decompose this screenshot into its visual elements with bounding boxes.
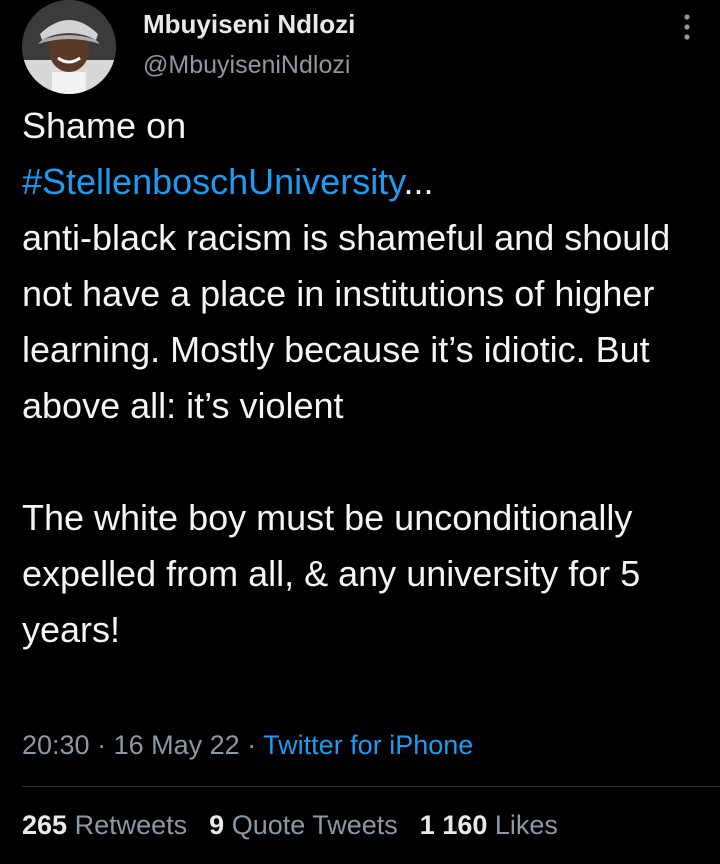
meta-separator: · bbox=[239, 730, 264, 760]
likes-count: 1 160 bbox=[419, 810, 488, 840]
meta-separator: · bbox=[89, 730, 114, 760]
tweet-text: Shame on #StellenboschUniversity... anti… bbox=[22, 98, 712, 658]
tweet-stats: 265 Retweets 9 Quote Tweets 1 160 Likes bbox=[22, 808, 580, 842]
more-vertical-icon[interactable] bbox=[680, 12, 694, 42]
author-names: Mbuyiseni Ndlozi @MbuyiseniNdlozi bbox=[143, 8, 355, 80]
tweet-time[interactable]: 20:30 bbox=[22, 730, 90, 760]
retweets-stat[interactable]: 265 Retweets bbox=[22, 808, 187, 842]
likes-stat[interactable]: 1 160 Likes bbox=[420, 808, 558, 842]
profile-photo-icon bbox=[22, 0, 116, 94]
tweet-text-line1: Shame on bbox=[22, 105, 187, 146]
hashtag-link[interactable]: #StellenboschUniversity bbox=[22, 161, 404, 202]
divider bbox=[22, 786, 720, 787]
quote-tweets-label: Quote Tweets bbox=[231, 810, 398, 840]
quote-tweets-count: 9 bbox=[209, 810, 225, 840]
quote-tweets-stat[interactable]: 9 Quote Tweets bbox=[209, 808, 398, 842]
tweet-source-link[interactable]: Twitter for iPhone bbox=[263, 730, 473, 760]
retweets-label: Retweets bbox=[74, 810, 188, 840]
retweets-count: 265 bbox=[22, 810, 68, 840]
tweet-body: anti-black racism is shameful and should… bbox=[22, 217, 671, 650]
author-handle[interactable]: @MbuyiseniNdlozi bbox=[143, 50, 355, 80]
tweet-date[interactable]: 16 May 22 bbox=[114, 730, 240, 760]
tweet-header: Mbuyiseni Ndlozi @MbuyiseniNdlozi bbox=[22, 0, 702, 96]
avatar[interactable] bbox=[22, 0, 116, 94]
tweet-ellipsis: ... bbox=[403, 161, 434, 202]
tweet-meta: 20:30 · 16 May 22 · Twitter for iPhone bbox=[22, 728, 473, 762]
author-display-name[interactable]: Mbuyiseni Ndlozi bbox=[143, 8, 355, 40]
likes-label: Likes bbox=[494, 810, 558, 840]
